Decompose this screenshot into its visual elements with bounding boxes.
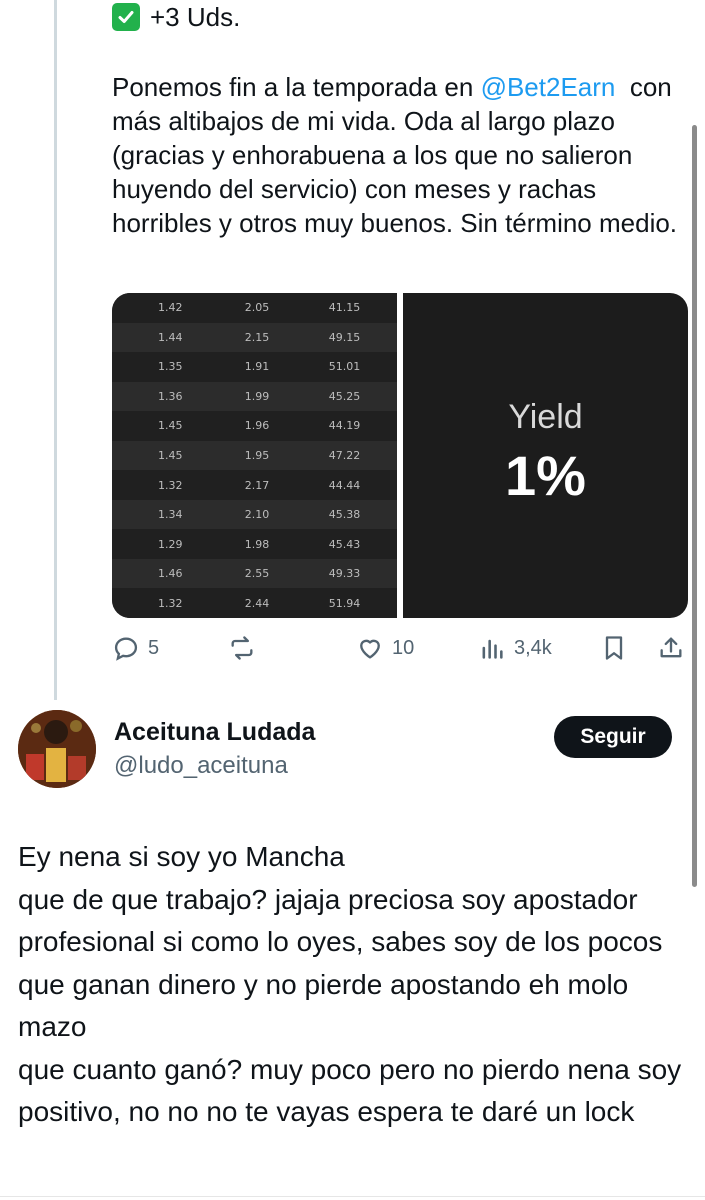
avatar[interactable] [18, 710, 96, 788]
table-cell: 44.19 [328, 419, 361, 433]
bookmark-button[interactable] [600, 634, 628, 662]
table-cell: 1.29 [158, 537, 183, 551]
user-handle[interactable]: @ludo_aceituna [114, 752, 288, 780]
bookmark-icon [605, 636, 623, 660]
table-cell: 1.36 [158, 389, 183, 403]
like-count: 10 [392, 636, 415, 659]
avatar-image [18, 710, 96, 788]
table-cell: 51.01 [328, 360, 361, 374]
table-row: 1.45 1.95 47.22 [112, 440, 397, 471]
table-row: 1.45 1.96 44.19 [112, 411, 397, 441]
user-display-name[interactable]: Aceituna Ludada [114, 718, 315, 747]
share-button[interactable] [657, 634, 685, 662]
table-row: 1.46 2.55 49.33 [112, 558, 397, 589]
tweet-media[interactable]: 1.42 2.05 41.15 1.44 2.15 49.15 1.35 1.91 51.01 1… [112, 293, 688, 618]
table-cell: 1.45 [158, 419, 183, 433]
table-cell: 1.98 [244, 537, 270, 551]
views-chart-icon [482, 639, 503, 659]
table-cell: 1.32 [158, 596, 183, 610]
table-cell: 1.32 [158, 478, 183, 492]
tweet-actions: 5 10 3,4k [112, 630, 688, 666]
table-cell: 2.05 [244, 301, 270, 315]
tweet-body-prefix: Ponemos fin a la temporada en [112, 72, 481, 102]
divider [0, 1196, 705, 1197]
table-row: 1.36 1.99 45.25 [112, 381, 397, 412]
table-row: 1.42 2.05 41.15 [112, 293, 397, 323]
share-icon [660, 637, 682, 658]
heart-icon [360, 639, 380, 659]
table-cell: 1.46 [158, 567, 183, 581]
table-cell: 1.42 [158, 301, 183, 315]
reply-author: Aceituna Ludada @ludo_aceituna Seguir [18, 710, 688, 790]
tweet-body: Ponemos fin a la temporada en @Bet2Earn … [112, 70, 692, 240]
tweet-quoted: +3 Uds. Ponemos fin a la temporada en @B… [112, 0, 692, 240]
tweet-top-line: +3 Uds. [112, 0, 692, 34]
reply-count: 5 [148, 636, 160, 659]
reply-tweet-text: Ey nena si soy yo Mancha que de que trab… [18, 841, 682, 1127]
repost-icon [231, 636, 253, 660]
check-mark-icon [112, 3, 140, 31]
repost-button[interactable] [228, 634, 264, 662]
table-cell: 45.38 [328, 508, 361, 522]
table-cell: 1.35 [158, 360, 183, 374]
table-cell: 2.15 [244, 330, 270, 344]
table-cell: 1.99 [244, 389, 270, 403]
units-text: +3 Uds. [150, 2, 241, 32]
table-row: 1.35 1.91 51.01 [112, 352, 397, 382]
table-cell: 1.44 [158, 330, 183, 344]
yield-label: Yield [508, 397, 583, 436]
stats-table-image[interactable]: 1.42 2.05 41.15 1.44 2.15 49.15 1.35 1.91 51.01 1… [112, 293, 397, 618]
table-cell: 2.44 [244, 596, 270, 610]
table-cell: 1.96 [244, 419, 270, 433]
table-cell: 49.15 [328, 330, 361, 344]
table-cell: 1.34 [158, 508, 183, 522]
table-row: 1.34 2.10 45.38 [112, 499, 397, 530]
table-row: 1.32 2.44 51.94 [112, 588, 397, 618]
table-cell: 51.94 [328, 596, 361, 610]
table-row: 1.32 2.17 44.44 [112, 470, 397, 500]
table-cell: 47.22 [328, 449, 361, 462]
table-cell: 2.10 [244, 508, 270, 522]
table-cell: 41.15 [328, 301, 361, 315]
table-cell: 49.33 [328, 567, 361, 581]
yield-value: 1% [505, 443, 586, 507]
mention-link[interactable]: @Bet2Earn [481, 72, 616, 102]
table-cell: 1.45 [158, 449, 183, 462]
thread-connector-line [54, 0, 57, 700]
table-cell: 45.25 [328, 389, 361, 403]
table-cell: 1.95 [244, 449, 270, 462]
views-count: 3,4k [514, 636, 552, 659]
table-cell: 2.17 [244, 478, 270, 492]
table-cell: 1.91 [244, 360, 270, 374]
table-cell: 44.44 [328, 478, 361, 492]
like-button[interactable]: 10 [356, 634, 414, 662]
table-row: 1.44 2.15 49.15 [112, 322, 397, 353]
follow-button[interactable]: Seguir [554, 716, 672, 758]
yield-image[interactable]: Yield 1% [403, 293, 688, 618]
views-button[interactable]: 3,4k [478, 634, 552, 662]
table-cell: 45.43 [328, 537, 361, 551]
table-row: 1.29 1.98 45.43 [112, 529, 397, 559]
table-cell: 2.55 [244, 567, 270, 581]
reply-icon [114, 637, 138, 661]
reply-button[interactable]: 5 [112, 634, 159, 662]
scrollbar[interactable] [692, 125, 697, 887]
